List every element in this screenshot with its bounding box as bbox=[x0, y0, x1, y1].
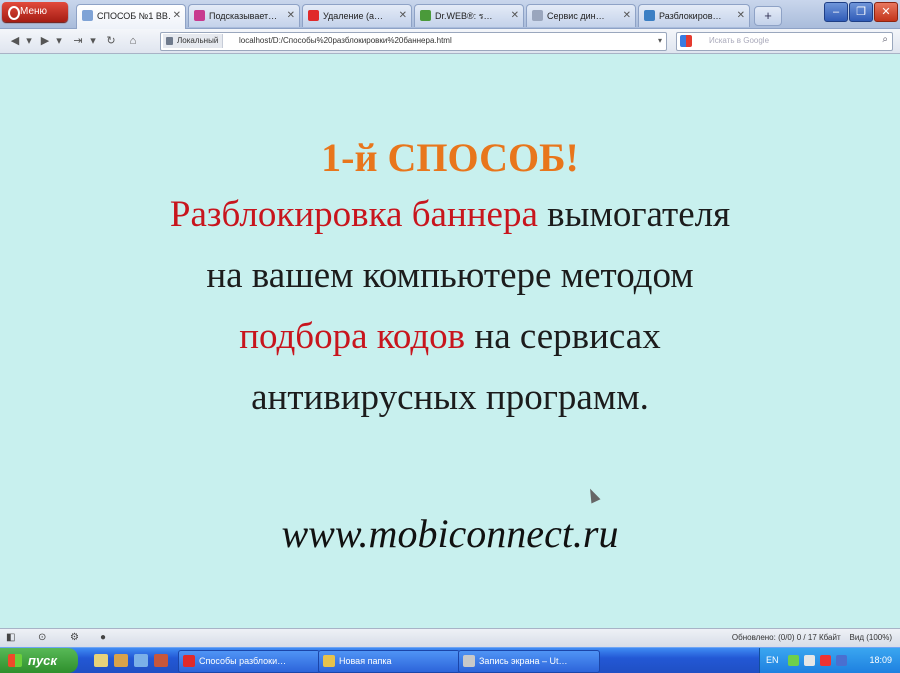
page-heading: 1-й СПОСОБ! bbox=[321, 135, 579, 180]
opera-logo-icon bbox=[8, 6, 20, 20]
language-indicator[interactable]: EN bbox=[766, 648, 779, 673]
tab-udalenie[interactable]: Удаление (а… ✕ bbox=[302, 4, 412, 27]
back-dropdown-icon[interactable]: ▾ bbox=[24, 33, 34, 49]
status-right: Обновлено: (0/0) 0 / 17 Кбайт Вид (100%) bbox=[732, 629, 892, 647]
page-text-block: 1-й СПОСОБ! Разблокировка баннера вымога… bbox=[0, 134, 900, 428]
start-label: пуск bbox=[28, 653, 57, 668]
page-viewport: 1-й СПОСОБ! Разблокировка баннера вымога… bbox=[0, 54, 900, 628]
tab-label: Подсказывает… bbox=[209, 11, 278, 21]
taskbar-item-label: Способы разблоки… bbox=[199, 656, 287, 666]
text-line-4: антивирусных программ. bbox=[251, 377, 649, 418]
address-dropdown-icon[interactable]: ▾ bbox=[658, 33, 662, 49]
website-address: www.mobiconnect.ru bbox=[281, 511, 619, 556]
page-favicon-icon bbox=[194, 10, 205, 21]
quicklaunch-desktop-icon[interactable] bbox=[134, 654, 148, 667]
load-status-text: Обновлено: (0/0) 0 / 17 Кбайт bbox=[731, 633, 841, 642]
recorder-icon bbox=[463, 655, 475, 667]
quicklaunch-media-icon[interactable] bbox=[154, 654, 168, 667]
tray-network-icon[interactable] bbox=[788, 655, 799, 666]
windows-logo-icon bbox=[8, 654, 22, 667]
opera-menu-label: Меню bbox=[20, 6, 48, 17]
forward-icon[interactable]: ▶ bbox=[38, 33, 52, 49]
zoom-level[interactable]: Вид (100%) bbox=[850, 633, 892, 642]
folder-icon bbox=[323, 655, 335, 667]
sync-icon[interactable]: ● bbox=[100, 632, 110, 643]
quicklaunch-folder-icon[interactable] bbox=[94, 654, 108, 667]
highlight-code-selection: подбора кодов bbox=[239, 316, 466, 357]
fast-forward-dropdown-icon[interactable]: ▾ bbox=[88, 33, 98, 49]
quicklaunch-app-icon[interactable] bbox=[114, 654, 128, 667]
tab-close-icon[interactable]: ✕ bbox=[511, 5, 519, 27]
page-favicon-icon bbox=[420, 10, 431, 21]
local-page-icon bbox=[166, 37, 173, 45]
page-favicon-icon bbox=[644, 10, 655, 21]
opera-icon bbox=[183, 655, 195, 667]
tab-label: Сервис дин… bbox=[547, 11, 605, 21]
tab-close-icon[interactable]: ✕ bbox=[737, 5, 745, 27]
tab-podskazyvaet[interactable]: Подсказывает… ✕ bbox=[188, 4, 300, 27]
tab-label: Dr.WEB®: ร… bbox=[435, 11, 493, 21]
highlight-unlock-banner: Разблокировка баннера bbox=[169, 194, 538, 235]
tray-volume-icon[interactable] bbox=[804, 655, 815, 666]
system-tray: EN 18:09 bbox=[759, 648, 900, 673]
start-button[interactable]: пуск bbox=[0, 648, 78, 673]
address-url[interactable]: localhost/D:/Способы%20разблокировки%20б… bbox=[239, 34, 452, 48]
tab-drweb[interactable]: Dr.WEB®: ร… ✕ bbox=[414, 4, 524, 27]
search-placeholder: Искать в Google bbox=[709, 36, 770, 45]
opera-menu-button[interactable]: Меню bbox=[2, 2, 68, 22]
close-window-button[interactable]: ✕ bbox=[874, 2, 898, 22]
tab-razblokirovka[interactable]: Разблокиров… ✕ bbox=[638, 4, 750, 27]
home-icon[interactable]: ⌂ bbox=[126, 33, 140, 49]
mouse-cursor-icon bbox=[585, 486, 601, 504]
panel-toggle-icon[interactable]: ◧ bbox=[6, 632, 16, 643]
tab-servis[interactable]: Сервис дин… ✕ bbox=[526, 4, 636, 27]
page-favicon-icon bbox=[308, 10, 319, 21]
forward-dropdown-icon[interactable]: ▾ bbox=[54, 33, 64, 49]
navigation-bar: ◀ ▾ ▶ ▾ ⇥ ▾ ↻ ⌂ Локальный localhost/D:/С… bbox=[0, 29, 900, 54]
address-bar[interactable]: Локальный localhost/D:/Способы%20разблок… bbox=[160, 32, 667, 51]
speed-dial-icon[interactable]: ⊙ bbox=[38, 632, 48, 643]
windows-taskbar: пуск Способы разблоки… Новая папка Запис… bbox=[0, 647, 900, 673]
tab-bar: Меню СПОСОБ №1 ВВ… ✕ Подсказывает… ✕ Уда… bbox=[0, 0, 900, 29]
clock[interactable]: 18:09 bbox=[869, 648, 892, 673]
tray-antivirus-icon[interactable] bbox=[820, 655, 831, 666]
minimize-button[interactable]: – bbox=[824, 2, 848, 22]
status-bar: ◧ ⊙ ⚙ ● Обновлено: (0/0) 0 / 17 Кбайт Ви… bbox=[0, 628, 900, 647]
new-tab-button[interactable]: + bbox=[754, 6, 782, 26]
text-line-1-rest: вымогателя bbox=[537, 194, 731, 235]
text-line-1: Разблокировка баннера вымогателя bbox=[0, 184, 900, 245]
page-favicon-icon bbox=[82, 10, 93, 21]
search-field[interactable]: Искать в Google ⌕ bbox=[676, 32, 893, 51]
taskbar-item-label: Запись экрана – Ut… bbox=[479, 656, 568, 666]
taskbar-item-recorder[interactable]: Запись экрана – Ut… bbox=[458, 650, 600, 673]
taskbar-item-label: Новая папка bbox=[339, 656, 392, 666]
tab-close-icon[interactable]: ✕ bbox=[173, 5, 181, 27]
search-icon[interactable]: ⌕ bbox=[882, 34, 888, 45]
taskbar-item-browser[interactable]: Способы разблоки… bbox=[178, 650, 320, 673]
site-info-badge[interactable]: Локальный bbox=[163, 34, 224, 48]
google-search-engine-icon[interactable] bbox=[680, 35, 692, 47]
tray-app-icon[interactable] bbox=[836, 655, 847, 666]
tab-close-icon[interactable]: ✕ bbox=[399, 5, 407, 27]
back-icon[interactable]: ◀ bbox=[8, 33, 22, 49]
page-favicon-icon bbox=[532, 10, 543, 21]
tab-sposob[interactable]: СПОСОБ №1 ВВ… ✕ bbox=[76, 4, 186, 29]
tab-label: Разблокиров… bbox=[659, 11, 722, 21]
text-line-2: на вашем компьютере методом bbox=[206, 255, 694, 296]
tab-label: СПОСОБ №1 ВВ… bbox=[97, 11, 171, 21]
fast-forward-icon[interactable]: ⇥ bbox=[70, 33, 86, 49]
text-line-3: подбора кодов на сервисах bbox=[0, 306, 900, 367]
maximize-button[interactable]: ❐ bbox=[849, 2, 873, 22]
tab-close-icon[interactable]: ✕ bbox=[623, 5, 631, 27]
reload-icon[interactable]: ↻ bbox=[104, 33, 118, 49]
text-line-3-rest: на сервисах bbox=[465, 316, 661, 357]
site-info-label: Локальный bbox=[177, 36, 219, 45]
tab-close-icon[interactable]: ✕ bbox=[287, 5, 295, 27]
settings-icon[interactable]: ⚙ bbox=[70, 632, 80, 643]
tab-label: Удаление (а… bbox=[323, 11, 384, 21]
taskbar-item-folder[interactable]: Новая папка bbox=[318, 650, 460, 673]
